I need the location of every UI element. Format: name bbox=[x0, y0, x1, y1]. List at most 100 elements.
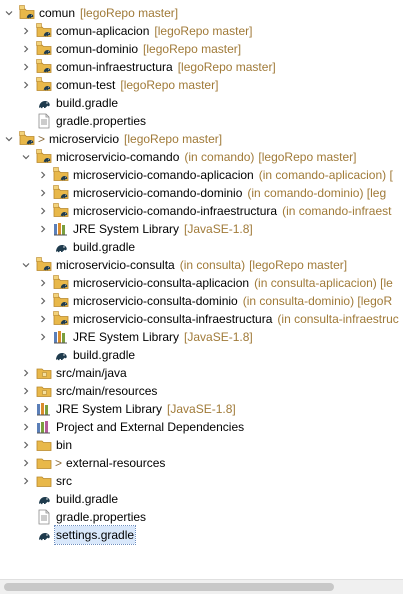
chevron-right-icon[interactable] bbox=[21, 400, 31, 418]
jre-library-icon bbox=[53, 221, 69, 237]
chevron-down-icon[interactable] bbox=[21, 148, 31, 166]
tree-item-decoration: [legoRepo master] bbox=[258, 150, 357, 164]
tree-item-location: (in comando-aplicacion) [ bbox=[258, 168, 393, 182]
dependencies-library-icon bbox=[36, 419, 52, 435]
chevron-down-icon[interactable] bbox=[4, 130, 14, 148]
gradle-project-icon bbox=[36, 77, 52, 93]
tree-item[interactable]: microservicio-comando-dominio (in comando… bbox=[38, 184, 386, 202]
tree-item[interactable]: build.gradle bbox=[38, 238, 136, 256]
tree-item-decoration: [legoRepo master] bbox=[80, 6, 179, 20]
tree-item[interactable]: gradle.properties bbox=[21, 112, 147, 130]
chevron-right-icon[interactable] bbox=[21, 418, 31, 436]
dirty-marker: > bbox=[55, 456, 63, 470]
tree-item[interactable]: JRE System Library [JavaSE-1.8] bbox=[21, 400, 236, 418]
folder-icon bbox=[36, 473, 52, 489]
gradle-project-icon bbox=[53, 203, 69, 219]
gradle-project-icon bbox=[19, 131, 35, 147]
tree-item[interactable]: bin bbox=[21, 436, 73, 454]
gradle-project-icon bbox=[36, 59, 52, 75]
tree-item-label: build.gradle bbox=[73, 240, 136, 254]
tree-item[interactable]: comun-test [legoRepo master] bbox=[21, 76, 218, 94]
tree-item-label: build.gradle bbox=[73, 348, 136, 362]
gradle-project-icon bbox=[53, 293, 69, 309]
source-folder-icon bbox=[36, 383, 52, 399]
tree-item[interactable]: build.gradle bbox=[21, 490, 119, 508]
tree-item[interactable]: comun [legoRepo master] bbox=[4, 4, 178, 22]
tree-item-label: microservicio-comando-infraestructura bbox=[73, 204, 278, 218]
chevron-right-icon[interactable] bbox=[21, 364, 31, 382]
tree-item[interactable]: build.gradle bbox=[38, 346, 136, 364]
chevron-right-icon[interactable] bbox=[38, 274, 48, 292]
chevron-right-icon[interactable] bbox=[21, 472, 31, 490]
folder-icon bbox=[36, 455, 52, 471]
tree-item[interactable]: comun-dominio [legoRepo master] bbox=[21, 40, 241, 58]
tree-item[interactable]: src/main/resources bbox=[21, 382, 158, 400]
tree-item[interactable]: comun-infraestructura [legoRepo master] bbox=[21, 58, 276, 76]
tree-item[interactable]: microservicio-consulta-aplicacion (in con… bbox=[38, 274, 393, 292]
chevron-right-icon[interactable] bbox=[38, 220, 48, 238]
gradle-project-icon bbox=[36, 149, 52, 165]
chevron-right-icon[interactable] bbox=[38, 292, 48, 310]
tree-item[interactable]: microservicio-consulta-dominio (in consul… bbox=[38, 292, 392, 310]
tree-item-label: src bbox=[56, 474, 72, 488]
chevron-right-icon[interactable] bbox=[38, 202, 48, 220]
source-folder-icon bbox=[36, 365, 52, 381]
gradle-elephant-icon bbox=[53, 239, 69, 255]
gradle-project-icon bbox=[36, 257, 52, 273]
chevron-right-icon[interactable] bbox=[38, 166, 48, 184]
chevron-right-icon[interactable] bbox=[21, 58, 31, 76]
tree-item-label: settings.gradle bbox=[53, 525, 137, 545]
tree-item-label: microservicio-comando bbox=[56, 150, 180, 164]
tree-item[interactable]: Project and External Dependencies bbox=[21, 418, 245, 436]
chevron-right-icon[interactable] bbox=[21, 454, 31, 472]
chevron-down-icon[interactable] bbox=[4, 4, 14, 22]
properties-file-icon bbox=[36, 509, 52, 525]
tree-item-label: JRE System Library bbox=[56, 402, 163, 416]
tree-item[interactable]: microservicio-consulta-infraestructura (i… bbox=[38, 310, 399, 328]
tree-item[interactable]: microservicio-comando (in comando) [legoRe… bbox=[21, 148, 356, 166]
tree-item[interactable]: JRE System Library [JavaSE-1.8] bbox=[38, 220, 253, 238]
tree-item[interactable]: microservicio-comando-infraestructura (in… bbox=[38, 202, 391, 220]
tree-item[interactable]: JRE System Library [JavaSE-1.8] bbox=[38, 328, 253, 346]
chevron-right-icon[interactable] bbox=[21, 22, 31, 40]
chevron-right-icon[interactable] bbox=[21, 436, 31, 454]
tree-item-decoration: [JavaSE-1.8] bbox=[184, 222, 253, 236]
scrollbar-thumb[interactable] bbox=[4, 583, 334, 591]
tree-item-label: microservicio-comando-dominio bbox=[73, 186, 243, 200]
tree-item[interactable]: src bbox=[21, 472, 73, 490]
tree-item-decoration: [JavaSE-1.8] bbox=[167, 402, 236, 416]
chevron-right-icon[interactable] bbox=[21, 76, 31, 94]
tree-item-label: bin bbox=[56, 438, 73, 452]
tree-item-decoration: [legoRepo master] bbox=[154, 24, 253, 38]
gradle-project-icon bbox=[53, 275, 69, 291]
tree-item-decoration: [legoRepo master] bbox=[177, 60, 276, 74]
tree-item-label: microservicio-consulta-dominio bbox=[73, 294, 238, 308]
chevron-right-icon[interactable] bbox=[21, 40, 31, 58]
tree-item[interactable]: comun-aplicacion [legoRepo master] bbox=[21, 22, 252, 40]
properties-file-icon bbox=[36, 113, 52, 129]
tree-item[interactable]: microservicio-consulta (in consulta) [lego… bbox=[21, 256, 347, 274]
chevron-right-icon[interactable] bbox=[21, 382, 31, 400]
gradle-project-icon bbox=[53, 185, 69, 201]
tree-item[interactable]: microservicio-comando-aplicacion (in coma… bbox=[38, 166, 393, 184]
gradle-elephant-icon bbox=[36, 527, 52, 543]
tree-item[interactable]: > microservicio [legoRepo master] bbox=[4, 130, 222, 148]
tree-item-label: microservicio-comando-aplicacion bbox=[73, 168, 254, 182]
tree-item-label: comun-infraestructura bbox=[56, 60, 173, 74]
tree-item[interactable]: > external-resources bbox=[21, 454, 166, 472]
chevron-right-icon[interactable] bbox=[38, 184, 48, 202]
tree-item-label: comun-dominio bbox=[56, 42, 139, 56]
horizontal-scrollbar[interactable] bbox=[0, 579, 403, 594]
chevron-right-icon[interactable] bbox=[38, 328, 48, 346]
tree-item[interactable]: build.gradle bbox=[21, 94, 119, 112]
tree-item-label: build.gradle bbox=[56, 96, 119, 110]
tree-item[interactable]: settings.gradle bbox=[21, 525, 137, 545]
tree-item[interactable]: gradle.properties bbox=[21, 508, 147, 526]
tree-item[interactable]: src/main/java bbox=[21, 364, 128, 382]
tree-item-location: (in comando-dominio) [leg bbox=[247, 186, 387, 200]
chevron-right-icon[interactable] bbox=[38, 310, 48, 328]
chevron-down-icon[interactable] bbox=[21, 256, 31, 274]
